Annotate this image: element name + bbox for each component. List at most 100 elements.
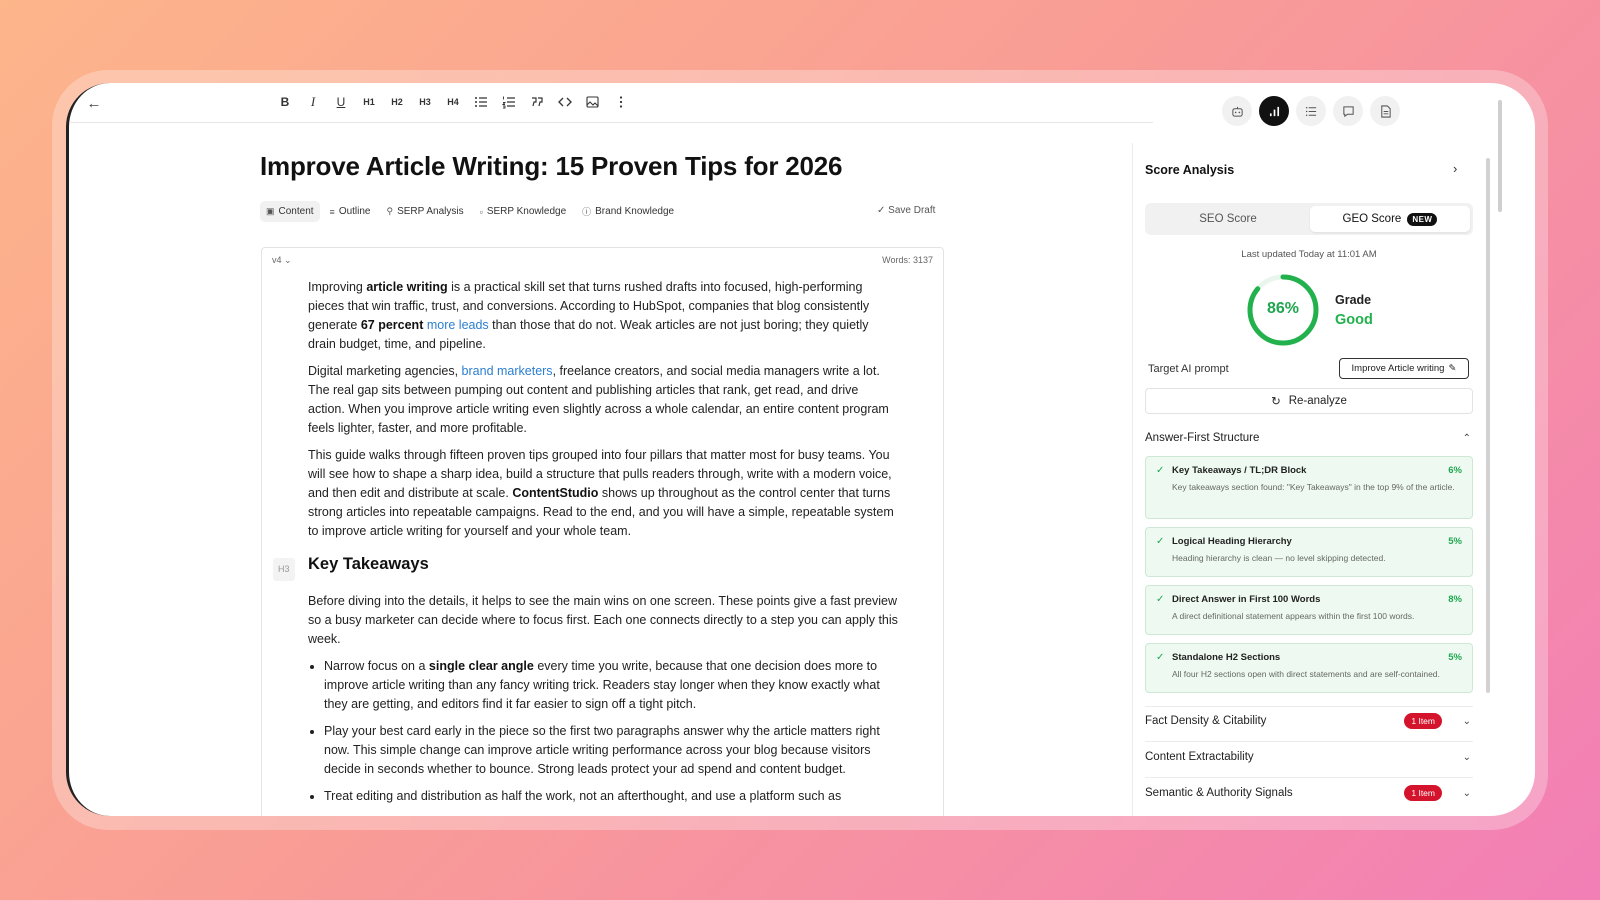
paragraph: Digital marketing agencies, brand market… bbox=[308, 364, 889, 435]
check-weight: 5% bbox=[1448, 652, 1462, 663]
panel-switcher bbox=[1222, 96, 1400, 126]
check-title: Logical Heading Hierarchy bbox=[1172, 536, 1292, 547]
file-icon[interactable] bbox=[1370, 96, 1400, 126]
last-updated: Last updated Today at 11:01 AM bbox=[1241, 249, 1377, 260]
robot-icon[interactable] bbox=[1222, 96, 1252, 126]
bold-button[interactable]: B bbox=[274, 91, 296, 113]
reanalyze-label: Re-analyze bbox=[1288, 395, 1347, 407]
divider bbox=[1145, 706, 1473, 707]
outline-icon: ≡ bbox=[329, 206, 335, 217]
link-brand-marketers[interactable]: brand marketers bbox=[462, 364, 553, 378]
quote-icon[interactable] bbox=[526, 91, 548, 113]
save-draft-label: Save Draft bbox=[888, 205, 936, 216]
check-title: Key Takeaways / TL;DR Block bbox=[1172, 465, 1307, 476]
check-icon: ✓ bbox=[877, 205, 886, 216]
italic-button[interactable]: I bbox=[302, 91, 324, 113]
tab-brand-knowledge[interactable]: ⓘ Brand Knowledge bbox=[576, 201, 680, 222]
tab-serp-analysis[interactable]: ⚲ SERP Analysis bbox=[381, 201, 470, 222]
chevron-right-icon[interactable]: › bbox=[1453, 161, 1457, 176]
format-tools: B I U H1 H2 H3 H4 bbox=[274, 91, 632, 113]
panel-scrollbar[interactable] bbox=[1486, 158, 1490, 693]
geo-score-tab[interactable]: GEO Score NEW bbox=[1310, 206, 1470, 232]
target-prompt-label: Target AI prompt bbox=[1148, 363, 1229, 375]
editor-tabs: ▣ Content ≡ Outline ⚲ SERP Analysis ▫ SERP K… bbox=[260, 201, 680, 222]
save-draft-button[interactable]: ✓ Save Draft bbox=[877, 205, 935, 216]
check-icon: ✓ bbox=[1156, 536, 1165, 547]
bar-chart-icon: ▫ bbox=[479, 206, 483, 217]
check-icon: ✓ bbox=[1156, 652, 1165, 663]
bullet-list-icon[interactable] bbox=[470, 91, 492, 113]
target-prompt-button[interactable]: Improve Article writing ✎ bbox=[1339, 358, 1469, 379]
paragraph: Improving article writing is a practical… bbox=[308, 280, 870, 351]
list-item: Treat editing and distribution as half t… bbox=[324, 787, 898, 806]
check-description: A direct definitional statement appears … bbox=[1172, 611, 1415, 621]
new-badge: NEW bbox=[1407, 212, 1438, 226]
section-answer-first[interactable]: Answer-First Structure ⌃ bbox=[1145, 432, 1473, 444]
heading2-button[interactable]: H2 bbox=[386, 91, 408, 113]
chevron-up-icon: ⌃ bbox=[1462, 432, 1471, 444]
link-more-leads[interactable]: more leads bbox=[427, 318, 489, 332]
grade-value: Good bbox=[1335, 312, 1373, 328]
code-icon[interactable] bbox=[554, 91, 576, 113]
heading-row: H3 Key Takeaways bbox=[273, 555, 898, 581]
takeaways-list: Narrow focus on a single clear angle eve… bbox=[308, 657, 898, 806]
check-description: Key takeaways section found: "Key Takeaw… bbox=[1172, 482, 1455, 492]
chevron-down-icon: ⌄ bbox=[284, 255, 292, 265]
search-icon: ⚲ bbox=[386, 206, 394, 216]
seo-score-tab[interactable]: SEO Score bbox=[1148, 206, 1308, 232]
check-weight: 5% bbox=[1448, 536, 1462, 547]
section-semantic-authority[interactable]: Semantic & Authority Signals 1 Item ⌄ bbox=[1145, 785, 1473, 801]
article-body[interactable]: Improving article writing is a practical… bbox=[273, 278, 898, 814]
target-prompt-value: Improve Article writing bbox=[1351, 363, 1445, 374]
divider bbox=[1145, 777, 1473, 778]
score-chart-icon[interactable] bbox=[1259, 96, 1289, 126]
heading-level-tag: H3 bbox=[273, 558, 295, 581]
tab-serp-knowledge[interactable]: ▫ SERP Knowledge bbox=[474, 201, 573, 222]
underline-button[interactable]: U bbox=[330, 91, 352, 113]
chevron-down-icon: ⌄ bbox=[1462, 715, 1471, 727]
editor-area[interactable]: v4 ⌄ Words: 3137 Improving article writi… bbox=[261, 247, 944, 816]
tab-outline[interactable]: ≡ Outline bbox=[324, 201, 377, 222]
back-arrow-icon[interactable]: ← bbox=[83, 92, 105, 114]
version-select[interactable]: v4 ⌄ bbox=[272, 255, 292, 266]
chevron-down-icon: ⌄ bbox=[1462, 787, 1471, 799]
article-title[interactable]: Improve Article Writing: 15 Proven Tips … bbox=[260, 151, 843, 182]
list-icon[interactable] bbox=[1296, 96, 1326, 126]
pencil-icon: ✎ bbox=[1448, 363, 1457, 374]
section-content-extractability[interactable]: Content Extractability ⌄ bbox=[1145, 751, 1473, 763]
heading1-button[interactable]: H1 bbox=[358, 91, 380, 113]
paragraph: Before diving into the details, it helps… bbox=[308, 594, 898, 646]
version-label: v4 bbox=[272, 255, 282, 265]
image-icon[interactable] bbox=[582, 91, 604, 113]
word-count: Words: 3137 bbox=[882, 255, 933, 265]
check-description: All four H2 sections open with direct st… bbox=[1172, 669, 1440, 679]
document-icon: ▣ bbox=[266, 206, 275, 216]
editor-toolbar: ← B I U H1 H2 H3 H4 bbox=[69, 83, 1153, 123]
check-weight: 8% bbox=[1448, 594, 1462, 605]
more-icon[interactable] bbox=[610, 91, 632, 113]
grade-label: Grade bbox=[1335, 293, 1372, 307]
check-card: ✓ Direct Answer in First 100 Words 8% A … bbox=[1145, 585, 1473, 635]
seo-score-label: SEO Score bbox=[1199, 213, 1257, 225]
tab-label: SERP Analysis bbox=[397, 206, 464, 217]
section-fact-density[interactable]: Fact Density & Citability 1 Item ⌄ bbox=[1145, 713, 1473, 729]
tab-label: Content bbox=[278, 206, 314, 217]
check-icon: ✓ bbox=[1156, 465, 1165, 476]
info-icon: ⓘ bbox=[582, 207, 592, 217]
section-label: Answer-First Structure bbox=[1145, 432, 1260, 444]
comment-icon[interactable] bbox=[1333, 96, 1363, 126]
refresh-icon: ↻ bbox=[1271, 396, 1281, 408]
section-label: Semantic & Authority Signals bbox=[1145, 787, 1293, 799]
numbered-list-icon[interactable] bbox=[498, 91, 520, 113]
tab-label: SERP Knowledge bbox=[486, 206, 567, 217]
heading3-button[interactable]: H3 bbox=[414, 91, 436, 113]
reanalyze-button[interactable]: ↻ Re-analyze bbox=[1145, 388, 1473, 414]
heading4-button[interactable]: H4 bbox=[442, 91, 464, 113]
check-card: ✓ Key Takeaways / TL;DR Block 6% Key tak… bbox=[1145, 456, 1473, 519]
tab-label: Outline bbox=[338, 206, 371, 217]
tab-content[interactable]: ▣ Content bbox=[260, 201, 320, 222]
check-title: Direct Answer in First 100 Words bbox=[1172, 594, 1321, 605]
section-label: Fact Density & Citability bbox=[1145, 715, 1267, 727]
section-label: Content Extractability bbox=[1145, 751, 1254, 763]
check-card: ✓ Logical Heading Hierarchy 5% Heading h… bbox=[1145, 527, 1473, 577]
